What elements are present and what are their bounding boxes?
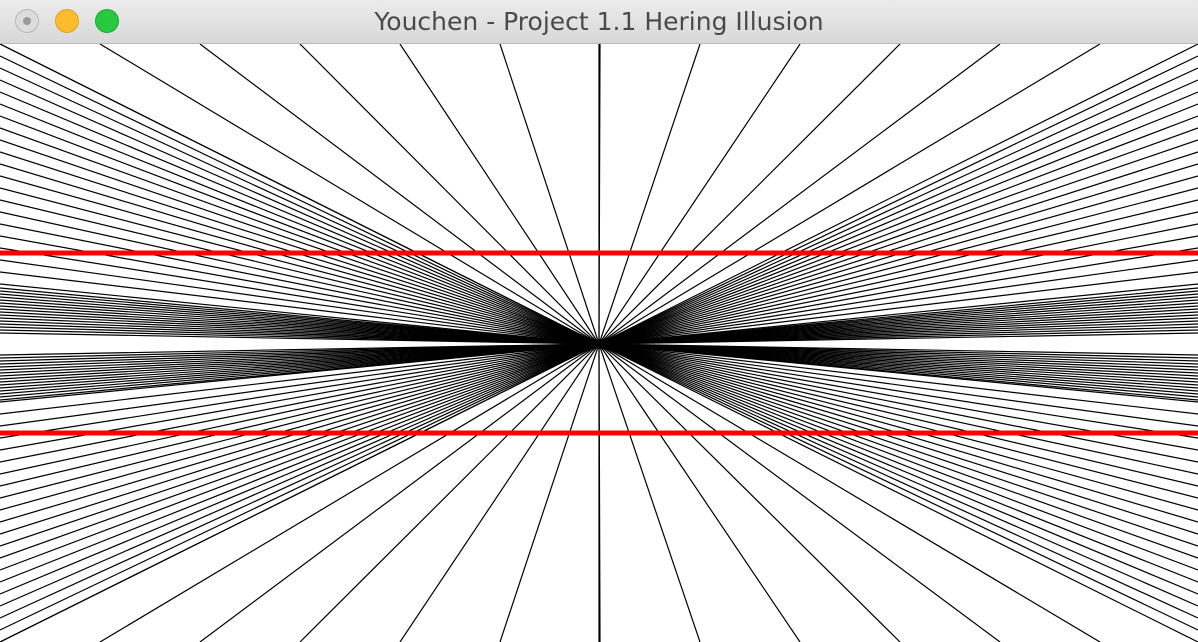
ray-line — [598, 343, 1198, 571]
ray-line — [399, 343, 600, 642]
ray-line — [0, 115, 600, 345]
ray-line — [0, 55, 600, 345]
ray-line — [598, 55, 1198, 345]
radiating-lines — [0, 44, 1198, 642]
ray-line — [499, 44, 600, 345]
ray-line — [598, 343, 801, 642]
ray-line — [598, 343, 1198, 487]
window-title: Youchen - Project 1.1 Hering Illusion — [374, 7, 824, 36]
ray-line — [598, 115, 1198, 345]
convergence-point — [594, 339, 604, 349]
ray-line — [598, 151, 1198, 345]
hering-illusion-drawing — [0, 44, 1198, 642]
ray-line — [399, 44, 600, 345]
ray-line — [499, 343, 600, 642]
ray-line — [0, 151, 600, 345]
app-window: Youchen - Project 1.1 Hering Illusion — [0, 0, 1198, 642]
title-bar[interactable]: Youchen - Project 1.1 Hering Illusion — [0, 0, 1198, 44]
ray-line — [199, 343, 600, 642]
ray-line — [598, 343, 1198, 583]
ray-line — [0, 343, 600, 583]
ray-line — [0, 343, 600, 571]
ray-line — [0, 343, 600, 487]
ray-line — [598, 343, 701, 642]
drawing-canvas — [0, 44, 1198, 642]
ray-line — [598, 44, 701, 345]
